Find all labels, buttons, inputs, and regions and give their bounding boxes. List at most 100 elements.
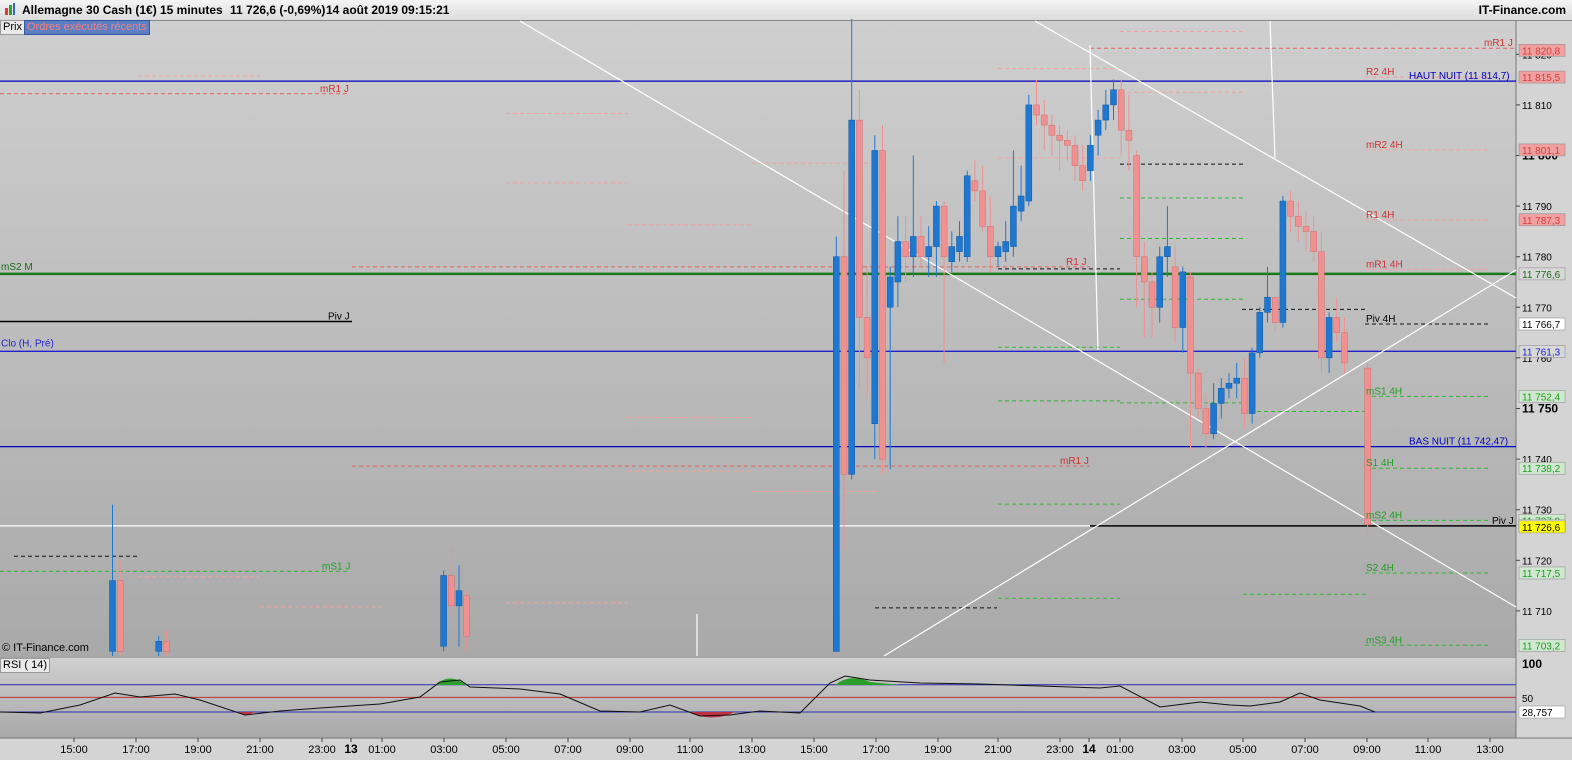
x-tick-label: 23:00 (308, 744, 336, 756)
level-label: mR1 4H (1366, 259, 1403, 270)
price-tag-label: 11 717,5 (1522, 569, 1561, 580)
candle-body (155, 641, 162, 652)
price-tag-label: 11 820,8 (1522, 46, 1561, 57)
x-tick-label: 09:00 (616, 744, 644, 756)
candle-body (1218, 388, 1225, 404)
candle-body (1202, 408, 1210, 435)
candle-body (963, 175, 971, 257)
candle-body (1310, 231, 1317, 252)
y-tick-label: 11 780 (1522, 253, 1552, 264)
x-tick-label: 23:00 (1046, 744, 1074, 756)
x-tick-label: 11:00 (677, 744, 704, 756)
candle-body (833, 256, 840, 652)
haut-nuit-label: HAUT NUIT (11 814,7) (1409, 71, 1510, 82)
candle-body (987, 226, 994, 257)
level-label: R2 4H (1366, 67, 1394, 78)
price-tag-label: 11 787,3 (1522, 216, 1561, 227)
level-label: mS1 4H (1366, 386, 1402, 397)
price-tag-label: 11 761,3 (1522, 347, 1561, 358)
candle-body (1233, 377, 1240, 384)
candle-body (940, 205, 948, 257)
candle-body (1002, 241, 1009, 252)
candle-body (1302, 226, 1310, 232)
candle-body (1048, 124, 1056, 136)
price-tag-label: 11 752,4 (1522, 392, 1561, 403)
y-tick-label: 11 710 (1522, 607, 1552, 618)
level-label: mR1 J (1060, 456, 1089, 467)
level-label: Piv J (1492, 516, 1514, 527)
x-tick-label: 19:00 (184, 744, 212, 756)
candle-body (910, 236, 917, 257)
x-day-marker: 14 (1082, 742, 1096, 756)
price-tag-label: 11 726,6 (1522, 523, 1561, 534)
candle-body (1318, 251, 1325, 359)
level-label: S1 4H (1366, 458, 1394, 469)
price-tag-label: 11 776,6 (1522, 270, 1561, 281)
candle-body (1248, 352, 1256, 414)
level-label: mR2 4H (1366, 140, 1403, 151)
candle-body (1087, 145, 1094, 171)
candle-body (1210, 403, 1217, 435)
x-day-marker: 13 (344, 742, 358, 756)
x-tick-label: 19:00 (924, 744, 952, 756)
tab-recent-orders[interactable]: Ordres exécutés récents (24, 20, 150, 35)
candle-body (886, 276, 894, 308)
candle-body (1094, 119, 1102, 136)
candle-body (1133, 155, 1140, 257)
x-tick-label: 07:00 (554, 744, 582, 756)
candle-body (1141, 256, 1148, 283)
candle-body (933, 205, 940, 247)
x-axis-panel (0, 738, 1572, 760)
candle-body (1271, 296, 1279, 323)
level-label: R1 4H (1366, 210, 1394, 221)
candle-body (1110, 89, 1117, 106)
candle-body (856, 119, 863, 318)
x-tick-label: 01:00 (1106, 744, 1134, 756)
price-tag-label: 11 815,5 (1522, 73, 1561, 84)
candle-body (1040, 114, 1048, 126)
candle-body (956, 236, 963, 252)
candle-body (1171, 266, 1179, 328)
candle-body (1187, 276, 1194, 374)
price-panel (0, 21, 1516, 656)
x-tick-label: 21:00 (984, 744, 1012, 756)
price-chart[interactable]: 11 71011 72011 73011 74011 75011 76011 7… (0, 0, 1572, 760)
level-label: Piv 4H (1366, 314, 1395, 325)
y-tick-label: 11 810 (1522, 101, 1552, 112)
clo-label: Clo (H, Pré) (1, 338, 54, 349)
x-tick-label: 13:00 (1476, 744, 1504, 756)
tab-price[interactable]: Prix (0, 20, 25, 35)
level-label: mR1 J (320, 84, 349, 95)
candle-body (917, 236, 925, 257)
candle-body (894, 241, 902, 283)
x-tick-label: 17:00 (122, 744, 150, 756)
x-tick-label: 21:00 (246, 744, 274, 756)
candle-body (971, 180, 979, 192)
price-tag-label: 11 703,2 (1522, 641, 1561, 652)
candle-body (116, 580, 124, 652)
candle-body (1033, 104, 1040, 116)
rsi-label: RSI ( 14) (0, 658, 51, 673)
y-tick-label: 11 790 (1522, 202, 1552, 213)
candle-body (848, 119, 855, 475)
candle-body (1333, 317, 1341, 333)
candle-body (1279, 200, 1287, 323)
candle-body (1010, 205, 1017, 247)
rsi-value-label: 28,757 (1522, 708, 1553, 719)
price-tag-label: 11 801,1 (1522, 146, 1561, 157)
candle-body (1341, 332, 1348, 364)
candle-body (840, 256, 848, 475)
candle-body (1064, 140, 1071, 146)
candle-body (1164, 246, 1171, 257)
candle-body (925, 246, 932, 257)
y-tick-label: 11 750 (1522, 402, 1558, 416)
candle-body (455, 590, 463, 607)
x-tick-label: 17:00 (862, 744, 890, 756)
candle-body (1125, 129, 1133, 141)
x-tick-label: 05:00 (492, 744, 520, 756)
level-label: S2 4H (1366, 563, 1394, 574)
watermark: © IT-Finance.com (2, 642, 89, 654)
level-label: mS1 J (322, 561, 350, 572)
candle-body (1102, 104, 1110, 121)
candle-body (948, 246, 956, 263)
